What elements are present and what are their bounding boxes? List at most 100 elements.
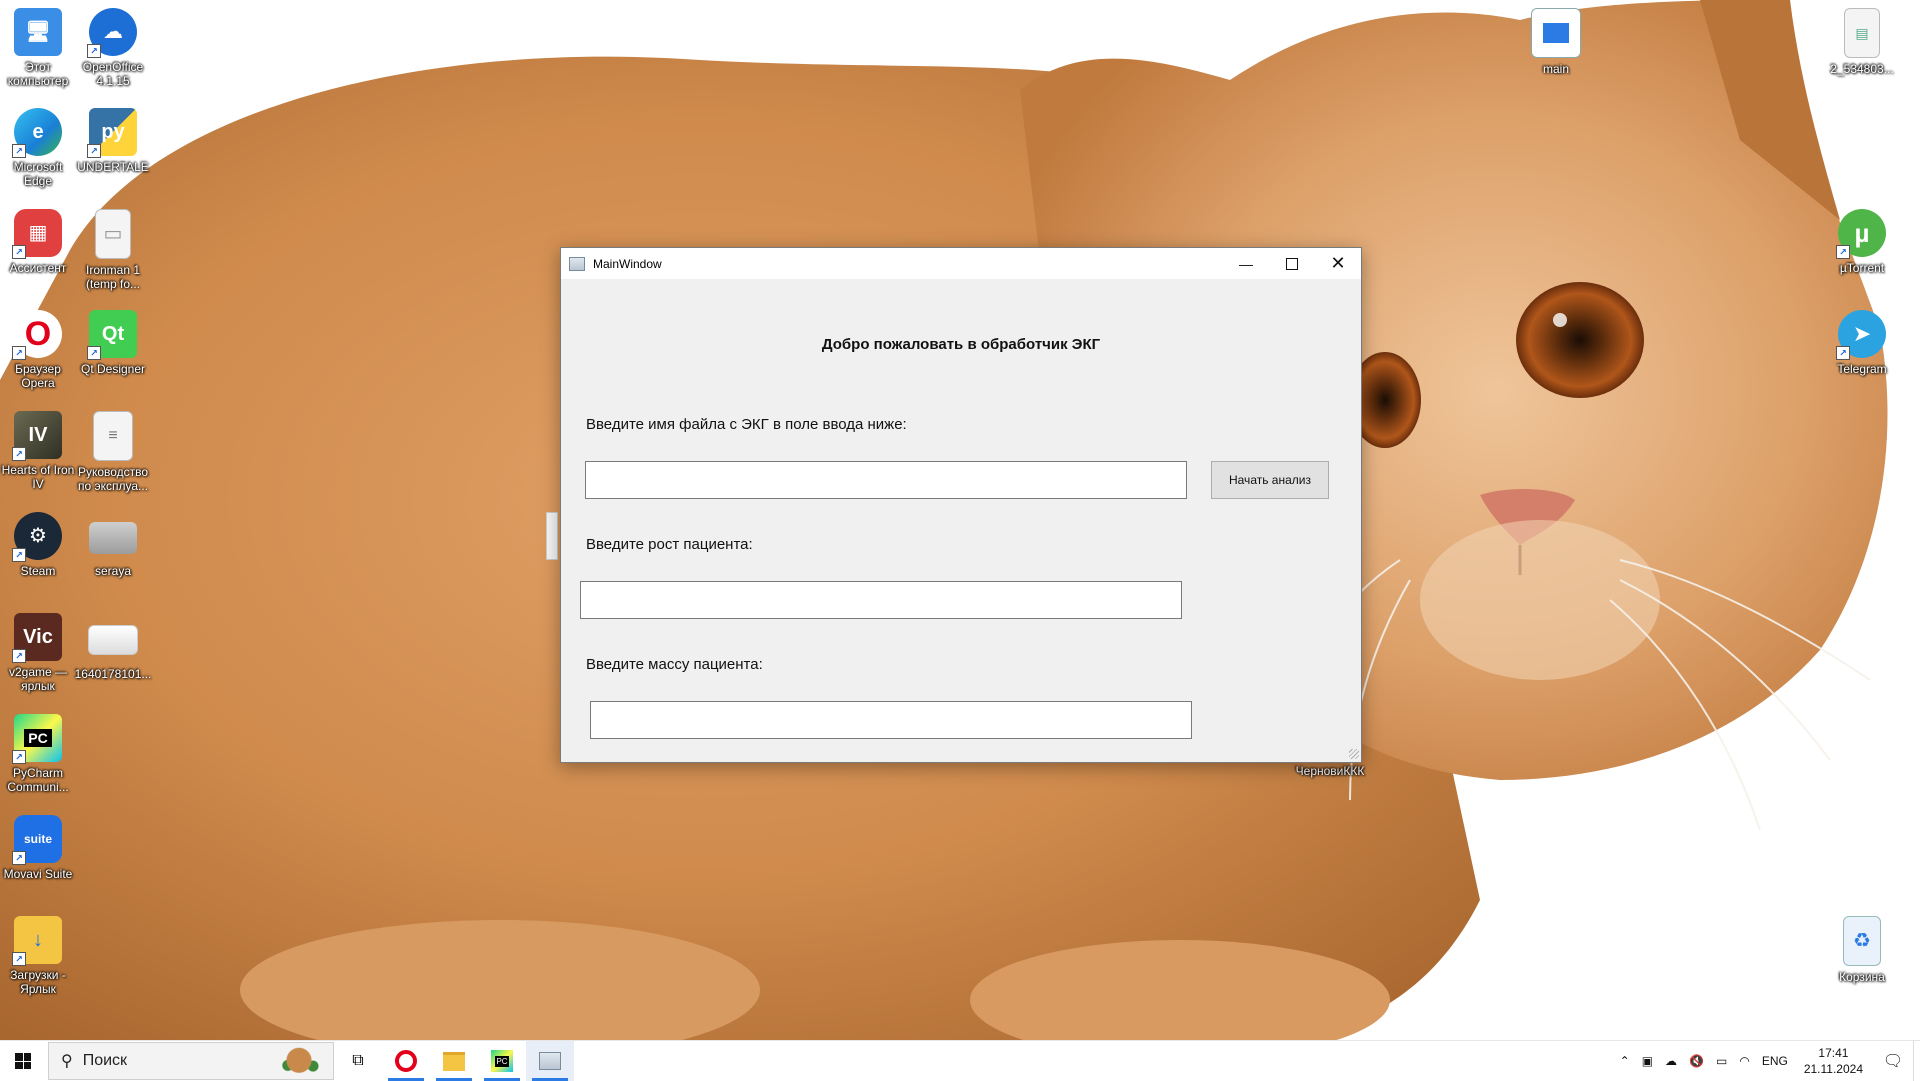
desktop-icon-label: Hearts of Iron IV: [1, 463, 75, 491]
mass-input[interactable]: [590, 701, 1192, 739]
task-view-button[interactable]: ⧉: [334, 1041, 382, 1081]
desktop-icon-label: Этот компьютер: [7, 60, 69, 88]
desktop-icon-label: main: [1542, 62, 1569, 76]
desktop-icon-label: 1640178101...: [74, 667, 152, 681]
clock[interactable]: 17:41 21.11.2024: [1794, 1045, 1873, 1077]
taskbar-pycharm[interactable]: PC: [478, 1041, 526, 1081]
notification-center-button[interactable]: 🗨: [1873, 1041, 1913, 1081]
opera-icon: O ↗: [12, 310, 62, 360]
show-desktop-button[interactable]: [1913, 1041, 1920, 1081]
system-tray: ⌃ ▣ ☁ 🔇 ▭ ◠ ENG 17:41 21.11.2024 🗨: [1614, 1041, 1920, 1081]
window-client-area: Добро пожаловать в обработчик ЭКГ Введит…: [561, 279, 1361, 761]
desktop-icon-steam[interactable]: ⚙ ↗ Steam: [0, 512, 78, 578]
main-app-icon: [1531, 8, 1581, 58]
hidden-window-edge: [546, 512, 558, 560]
language-indicator[interactable]: ENG: [1756, 1054, 1794, 1068]
desktop-icon-v2game[interactable]: Vic ↗ v2game — ярлык: [0, 613, 78, 693]
assistant-icon: ▦ ↗: [12, 209, 62, 259]
search-icon: ⚲: [61, 1053, 73, 1070]
desktop-icon-label: PyCharm Communi...: [7, 766, 69, 794]
desktop-icon-utorrent[interactable]: µ ↗ µTorrent: [1822, 209, 1902, 275]
desktop-icon-seraya[interactable]: seraya: [73, 512, 153, 578]
movavi-icon: suite ↗: [12, 815, 62, 865]
meet-now-icon[interactable]: ▣: [1636, 1054, 1659, 1068]
victoria-icon: Vic ↗: [12, 613, 62, 663]
height-label: Введите рост пациента:: [586, 536, 753, 553]
desktop-icon-spreadsheet[interactable]: ▤ 2_534803...: [1822, 8, 1902, 76]
chevron-up-icon[interactable]: ⌃: [1614, 1054, 1636, 1068]
hoi4-icon: IV ↗: [12, 411, 62, 461]
desktop-icon-ironman-file[interactable]: ▭ Ironman 1 (temp fo...: [73, 209, 153, 291]
file-name-label: Введите имя файла с ЭКГ в поле ввода ниж…: [586, 416, 907, 433]
image-white-icon: [88, 625, 138, 655]
desktop-icon-hoi4[interactable]: IV ↗ Hearts of Iron IV: [0, 411, 78, 491]
desktop-icon-recycle-bin[interactable]: ♻ Корзина: [1822, 916, 1902, 984]
utorrent-icon: µ ↗: [1836, 209, 1886, 259]
desktop-icon-label: ЧерновиККК: [1295, 764, 1365, 778]
openoffice-icon: ☁ ↗: [87, 8, 137, 58]
desktop-icon-downloads[interactable]: ↓ ↗ Загрузки - Ярлык: [0, 916, 78, 996]
desktop-icon-label: Ironman 1 (temp fo...: [85, 263, 141, 291]
desktop-icon-this-pc[interactable]: 🖥 Этот компьютер: [0, 8, 78, 88]
downloads-folder-icon: ↓ ↗: [12, 916, 62, 966]
desktop-icon-pycharm[interactable]: PC ↗ PyCharm Communi...: [0, 714, 78, 794]
clock-time: 17:41: [1818, 1046, 1849, 1060]
desktop-icon-edge[interactable]: e ↗ Microsoft Edge: [0, 108, 78, 188]
spreadsheet-icon: ▤: [1844, 8, 1880, 58]
taskbar: ⚲ Поиск ⧉ PC ⌃ ▣ ☁ 🔇 ▭ ◠ ENG 17:41 21.11…: [0, 1040, 1920, 1081]
edge-icon: e ↗: [12, 108, 62, 158]
telegram-icon: ➤ ↗: [1836, 310, 1886, 360]
desktop-icon-movavi[interactable]: suite ↗ Movavi Suite: [0, 815, 78, 881]
window-title: MainWindow: [593, 256, 662, 271]
taskbar-file-explorer[interactable]: [430, 1041, 478, 1081]
resize-grip[interactable]: [1349, 749, 1359, 759]
taskbar-search-box[interactable]: ⚲ Поиск: [48, 1042, 334, 1080]
desktop-icon-telegram[interactable]: ➤ ↗ Telegram: [1822, 310, 1902, 376]
volume-muted-icon[interactable]: 🔇: [1683, 1054, 1710, 1068]
desktop-icon-assistant[interactable]: ▦ ↗ Ассистент: [0, 209, 78, 275]
title-bar[interactable]: MainWindow — ✕: [561, 248, 1361, 279]
height-input[interactable]: [580, 581, 1182, 619]
qt-designer-icon: Qt ↗: [87, 310, 137, 360]
desktop-icon-label: Telegram: [1837, 362, 1887, 376]
clock-date: 21.11.2024: [1803, 1062, 1863, 1076]
pycharm-icon: PC ↗: [12, 714, 62, 764]
main-window: MainWindow — ✕ Добро пожаловать в обрабо…: [560, 247, 1362, 763]
desktop-icon-image-file[interactable]: 1640178101...: [73, 613, 153, 681]
file-name-input[interactable]: [585, 461, 1187, 499]
battery-icon[interactable]: ▭: [1710, 1054, 1733, 1068]
desktop-icon-label: Steam: [20, 564, 56, 578]
desktop-icon-manual[interactable]: ≡ Руководство по эксплуа...: [73, 411, 153, 493]
python-icon: py ↗: [87, 108, 137, 158]
image-gray-icon: [89, 522, 137, 554]
wifi-icon[interactable]: ◠: [1733, 1054, 1755, 1068]
desktop-icon-label: OpenOffice 4.1.15: [82, 60, 144, 88]
desktop-folder-label[interactable]: ЧерновиККК: [1290, 764, 1370, 778]
desktop-icon-label: Ассистент: [9, 261, 67, 275]
desktop-icon-label: Корзина: [1839, 970, 1885, 984]
desktop-icon-qt-designer[interactable]: Qt ↗ Qt Designer: [73, 310, 153, 376]
onedrive-icon[interactable]: ☁: [1659, 1054, 1683, 1068]
mass-label: Введите массу пациента:: [586, 656, 763, 673]
taskbar-opera[interactable]: [382, 1041, 430, 1081]
task-view-icon: ⧉: [352, 1052, 364, 1069]
close-button[interactable]: ✕: [1315, 248, 1361, 279]
start-button[interactable]: [0, 1041, 46, 1081]
taskbar-main-window[interactable]: [526, 1041, 574, 1081]
desktop-icon-opera[interactable]: O ↗ Браузер Opera: [0, 310, 78, 390]
desktop-icon-label: Браузер Opera: [15, 362, 61, 390]
start-analysis-button[interactable]: Начать анализ: [1211, 461, 1329, 499]
desktop-icon-label: Руководство по эксплуа...: [77, 465, 149, 493]
recycle-bin-icon: ♻: [1843, 916, 1881, 966]
computer-icon: 🖥: [14, 8, 62, 56]
desktop-icon-main[interactable]: main: [1516, 8, 1596, 76]
desktop-icon-label: Qt Designer: [80, 362, 146, 376]
minimize-button[interactable]: —: [1223, 248, 1269, 279]
desktop-icon-label: UNDERTALE: [77, 160, 149, 174]
main-app-icon: [539, 1052, 561, 1070]
windows-logo-icon: [15, 1053, 31, 1069]
desktop-icon-undertale[interactable]: py ↗ UNDERTALE: [73, 108, 153, 174]
document-icon: ≡: [93, 411, 133, 461]
maximize-button[interactable]: [1269, 248, 1315, 279]
desktop-icon-openoffice[interactable]: ☁ ↗ OpenOffice 4.1.15: [73, 8, 153, 88]
